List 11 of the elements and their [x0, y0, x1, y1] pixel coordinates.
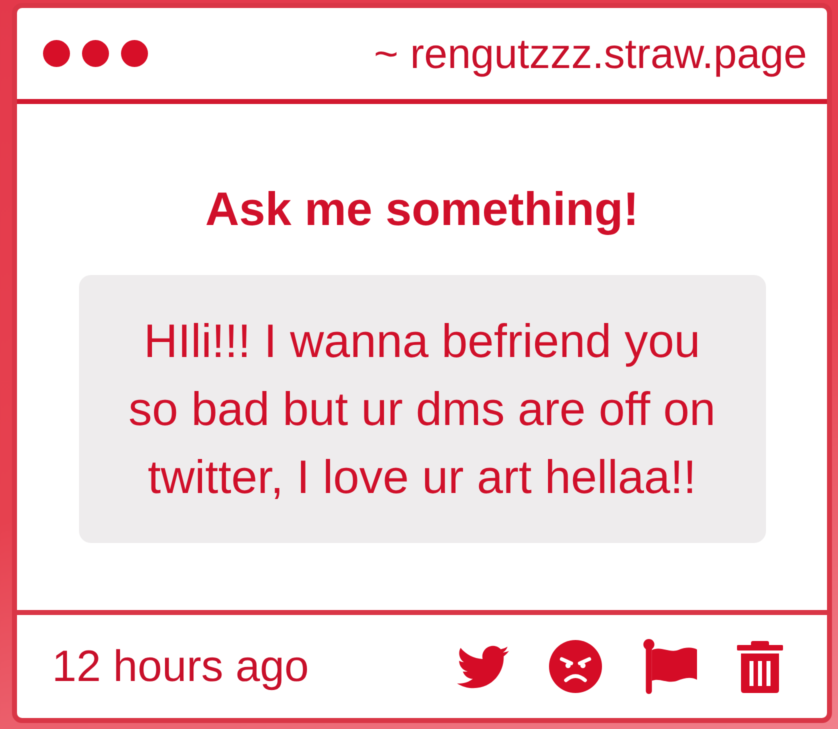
question-heading: Ask me something!	[205, 181, 639, 237]
trash-icon[interactable]	[737, 640, 783, 692]
bird-icon[interactable]	[457, 644, 509, 688]
flag-icon[interactable]	[642, 639, 697, 694]
window-dot-icon	[121, 40, 148, 67]
site-address: ~ rengutzzz.straw.page	[374, 30, 807, 78]
question-message: HIli!!! I wanna befriend you so bad but ur dms are off on twitter, I love ur art hellaa!!	[78, 275, 766, 543]
timestamp: 12 hours ago	[52, 642, 309, 692]
window-dot-icon	[82, 40, 109, 67]
angry-face-icon[interactable]	[549, 640, 602, 693]
window-dot-icon	[43, 40, 70, 67]
